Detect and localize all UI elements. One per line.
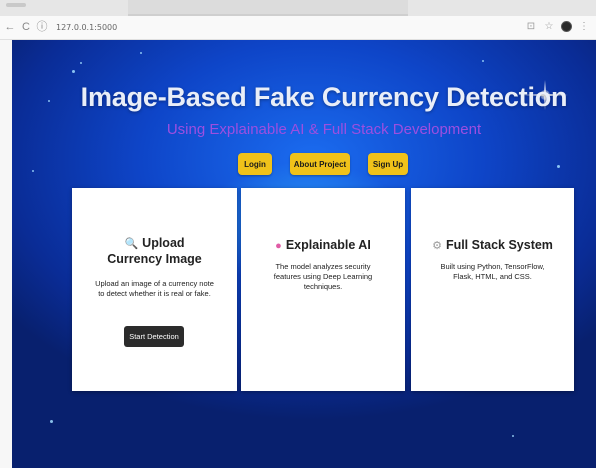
card-title: ⚙ Full Stack System bbox=[411, 238, 574, 254]
share-icon[interactable]: ⊡ bbox=[525, 20, 537, 32]
reload-icon[interactable]: C bbox=[20, 21, 32, 35]
browser-window: ← C ⓘ 127.0.0.1:5000 ⊡ ☆ ⋮ Image-Based F… bbox=[0, 0, 596, 468]
brain-icon: ● bbox=[275, 240, 282, 252]
start-detection-button[interactable]: Start Detection bbox=[124, 326, 184, 347]
card-description: Upload an image of a currency note to de… bbox=[95, 279, 214, 298]
sign-up-button[interactable]: Sign Up bbox=[368, 153, 408, 175]
sparkle bbox=[512, 435, 514, 437]
sparkle bbox=[482, 60, 484, 62]
magnifier-icon: 🔍 bbox=[124, 238, 139, 250]
upload-card: 🔍 Upload Currency Image Upload an image o… bbox=[72, 188, 237, 391]
profile-avatar[interactable] bbox=[561, 20, 572, 32]
bookmark-star-icon[interactable]: ☆ bbox=[543, 20, 555, 32]
address-bar[interactable]: 127.0.0.1:5000 bbox=[56, 23, 117, 32]
active-tab[interactable] bbox=[128, 0, 408, 16]
page-subtitle: Using Explainable AI & Full Stack Develo… bbox=[166, 121, 482, 138]
sparkle bbox=[50, 420, 53, 423]
login-button[interactable]: Login bbox=[238, 153, 272, 175]
card-description: The model analyzes security features usi… bbox=[273, 262, 373, 291]
sparkle bbox=[140, 52, 142, 54]
toolbar-actions: ⊡ ☆ ⋮ bbox=[525, 20, 590, 32]
site-info-icon[interactable]: ⓘ bbox=[36, 21, 48, 35]
page-viewport: Image-Based Fake Currency Detection Usin… bbox=[12, 40, 596, 468]
card-title-text: Full Stack System bbox=[445, 238, 553, 252]
card-description: Built using Python, TensorFlow, Flask, H… bbox=[440, 262, 545, 281]
explainable-ai-card: ● Explainable AI The model analyzes secur… bbox=[241, 188, 405, 391]
full-stack-card: ⚙ Full Stack System Built using Python, T… bbox=[411, 188, 574, 391]
about-project-button[interactable]: About Project bbox=[290, 153, 350, 175]
sparkle bbox=[80, 62, 82, 64]
tab-bar bbox=[0, 0, 596, 16]
card-title-text: Upload Currency Image bbox=[107, 236, 202, 266]
page-title: Image-Based Fake Currency Detection bbox=[80, 82, 568, 112]
card-title: ● Explainable AI bbox=[241, 238, 405, 254]
sparkle bbox=[72, 70, 75, 73]
card-title: 🔍 Upload Currency Image bbox=[72, 236, 237, 267]
menu-icon[interactable]: ⋮ bbox=[578, 20, 590, 32]
card-title-text: Explainable AI bbox=[285, 238, 371, 252]
browser-toolbar: ← C ⓘ 127.0.0.1:5000 ⊡ ☆ ⋮ bbox=[0, 16, 596, 40]
nav-buttons: Login About Project Sign Up bbox=[12, 153, 596, 175]
back-arrow-icon[interactable]: ← bbox=[4, 21, 16, 35]
tab-stub[interactable] bbox=[6, 3, 26, 7]
gear-icon: ⚙ bbox=[432, 240, 442, 252]
